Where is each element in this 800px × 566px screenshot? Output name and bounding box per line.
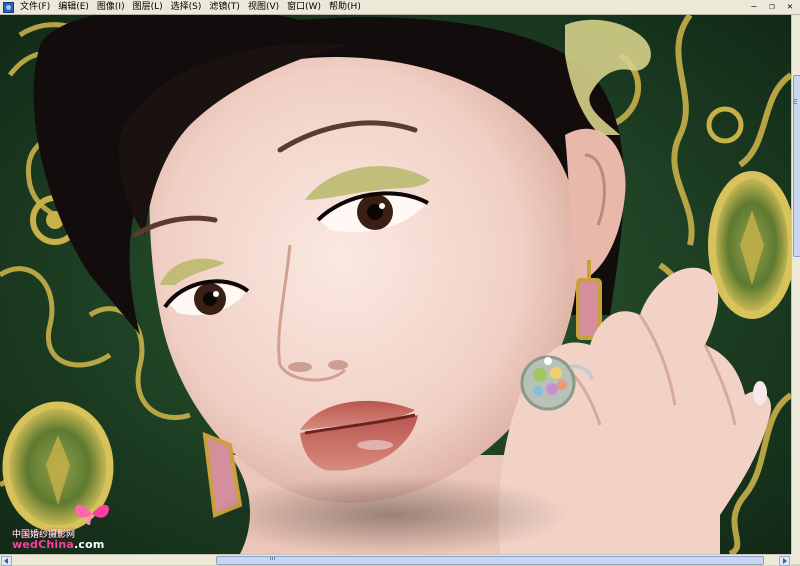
portrait-photo bbox=[0, 15, 791, 554]
menu-window[interactable]: 窗口(W) bbox=[283, 0, 325, 14]
menu-select[interactable]: 选择(S) bbox=[167, 0, 206, 14]
watermark-en: wedChina.com bbox=[12, 538, 105, 551]
close-button[interactable]: ✕ bbox=[782, 1, 798, 13]
chevron-right-icon bbox=[783, 558, 787, 564]
menu-bar: 文件(F) 编辑(E) 图像(I) 图层(L) 选择(S) 滤镜(T) 视图(V… bbox=[0, 0, 800, 15]
butterfly-logo-icon bbox=[75, 504, 109, 525]
chevron-left-icon bbox=[4, 558, 8, 564]
menu-help[interactable]: 帮助(H) bbox=[325, 0, 365, 14]
menu-image[interactable]: 图像(I) bbox=[93, 0, 129, 14]
scrollbar-corner bbox=[791, 554, 800, 564]
restore-button[interactable]: ❐ bbox=[764, 1, 780, 13]
menu-edit[interactable]: 编辑(E) bbox=[54, 0, 93, 14]
vertical-scrollbar[interactable] bbox=[791, 15, 800, 554]
scroll-right-button[interactable] bbox=[779, 556, 790, 566]
scroll-left-button[interactable] bbox=[1, 556, 12, 566]
menu-view[interactable]: 视图(V) bbox=[244, 0, 283, 14]
menu-file[interactable]: 文件(F) bbox=[16, 0, 54, 14]
grip-icon bbox=[793, 99, 797, 100]
menu-filter[interactable]: 滤镜(T) bbox=[205, 0, 244, 14]
document-canvas[interactable]: 中国婚纱摄影网 wedChina.com bbox=[0, 15, 791, 554]
watermark-brand: wedChina bbox=[12, 538, 75, 551]
watermark-dotcom: .com bbox=[74, 538, 105, 551]
window-controls: – ❐ ✕ bbox=[746, 0, 798, 14]
grip-icon bbox=[270, 557, 271, 560]
minimize-button[interactable]: – bbox=[746, 1, 762, 13]
vertical-scroll-thumb[interactable] bbox=[793, 75, 800, 257]
menu-layer[interactable]: 图层(L) bbox=[129, 0, 167, 14]
photoshop-app-icon[interactable] bbox=[2, 1, 14, 13]
horizontal-scrollbar[interactable] bbox=[0, 554, 791, 566]
watermark: 中国婚纱摄影网 wedChina.com bbox=[10, 504, 120, 554]
